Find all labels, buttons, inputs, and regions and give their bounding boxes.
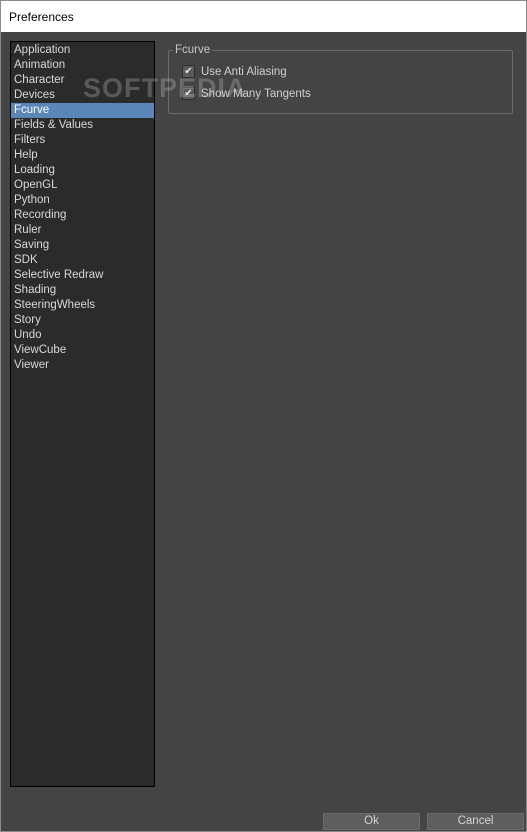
sidebar-item-animation[interactable]: Animation bbox=[11, 58, 154, 73]
sidebar-item-recording[interactable]: Recording bbox=[11, 208, 154, 223]
group-title: Fcurve bbox=[173, 43, 213, 57]
sidebar-item-ruler[interactable]: Ruler bbox=[11, 223, 154, 238]
window-title: Preferences bbox=[9, 9, 74, 24]
sidebar-item-fields-values[interactable]: Fields & Values bbox=[11, 118, 154, 133]
anti-aliasing-checkbox[interactable]: ✔ bbox=[182, 65, 195, 78]
sidebar-item-help[interactable]: Help bbox=[11, 148, 154, 163]
option-show-many-tangents[interactable]: ✔ Show Many Tangents bbox=[182, 87, 311, 100]
sidebar-item-loading[interactable]: Loading bbox=[11, 163, 154, 178]
preferences-window: Preferences Application Animation Charac… bbox=[0, 0, 527, 832]
sidebar-item-shading[interactable]: Shading bbox=[11, 283, 154, 298]
checkmark-icon: ✔ bbox=[184, 65, 193, 77]
show-many-tangents-label: Show Many Tangents bbox=[201, 87, 311, 100]
sidebar-item-sdk[interactable]: SDK bbox=[11, 253, 154, 268]
sidebar-item-story[interactable]: Story bbox=[11, 313, 154, 328]
sidebar-item-python[interactable]: Python bbox=[11, 193, 154, 208]
ok-button[interactable]: Ok bbox=[323, 813, 420, 830]
title-bar: Preferences bbox=[1, 1, 526, 32]
sidebar-item-opengl[interactable]: OpenGL bbox=[11, 178, 154, 193]
sidebar-item-undo[interactable]: Undo bbox=[11, 328, 154, 343]
show-many-tangents-checkbox[interactable]: ✔ bbox=[182, 87, 195, 100]
sidebar-item-saving[interactable]: Saving bbox=[11, 238, 154, 253]
sidebar-item-application[interactable]: Application bbox=[11, 43, 154, 58]
fcurve-group: Fcurve ✔ Use Anti Aliasing ✔ Show Many T… bbox=[168, 43, 513, 114]
anti-aliasing-label: Use Anti Aliasing bbox=[201, 65, 287, 78]
sidebar-item-character[interactable]: Character bbox=[11, 73, 154, 88]
cancel-button[interactable]: Cancel bbox=[427, 813, 524, 830]
sidebar-item-steeringwheels[interactable]: SteeringWheels bbox=[11, 298, 154, 313]
sidebar-item-selective-redraw[interactable]: Selective Redraw bbox=[11, 268, 154, 283]
category-list[interactable]: Application Animation Character Devices … bbox=[10, 41, 155, 787]
sidebar-item-filters[interactable]: Filters bbox=[11, 133, 154, 148]
sidebar-item-viewer[interactable]: Viewer bbox=[11, 358, 154, 373]
checkmark-icon: ✔ bbox=[184, 87, 193, 99]
sidebar-item-fcurve[interactable]: Fcurve bbox=[11, 103, 154, 118]
option-anti-aliasing[interactable]: ✔ Use Anti Aliasing bbox=[182, 65, 287, 78]
sidebar-item-viewcube[interactable]: ViewCube bbox=[11, 343, 154, 358]
sidebar-item-devices[interactable]: Devices bbox=[11, 88, 154, 103]
